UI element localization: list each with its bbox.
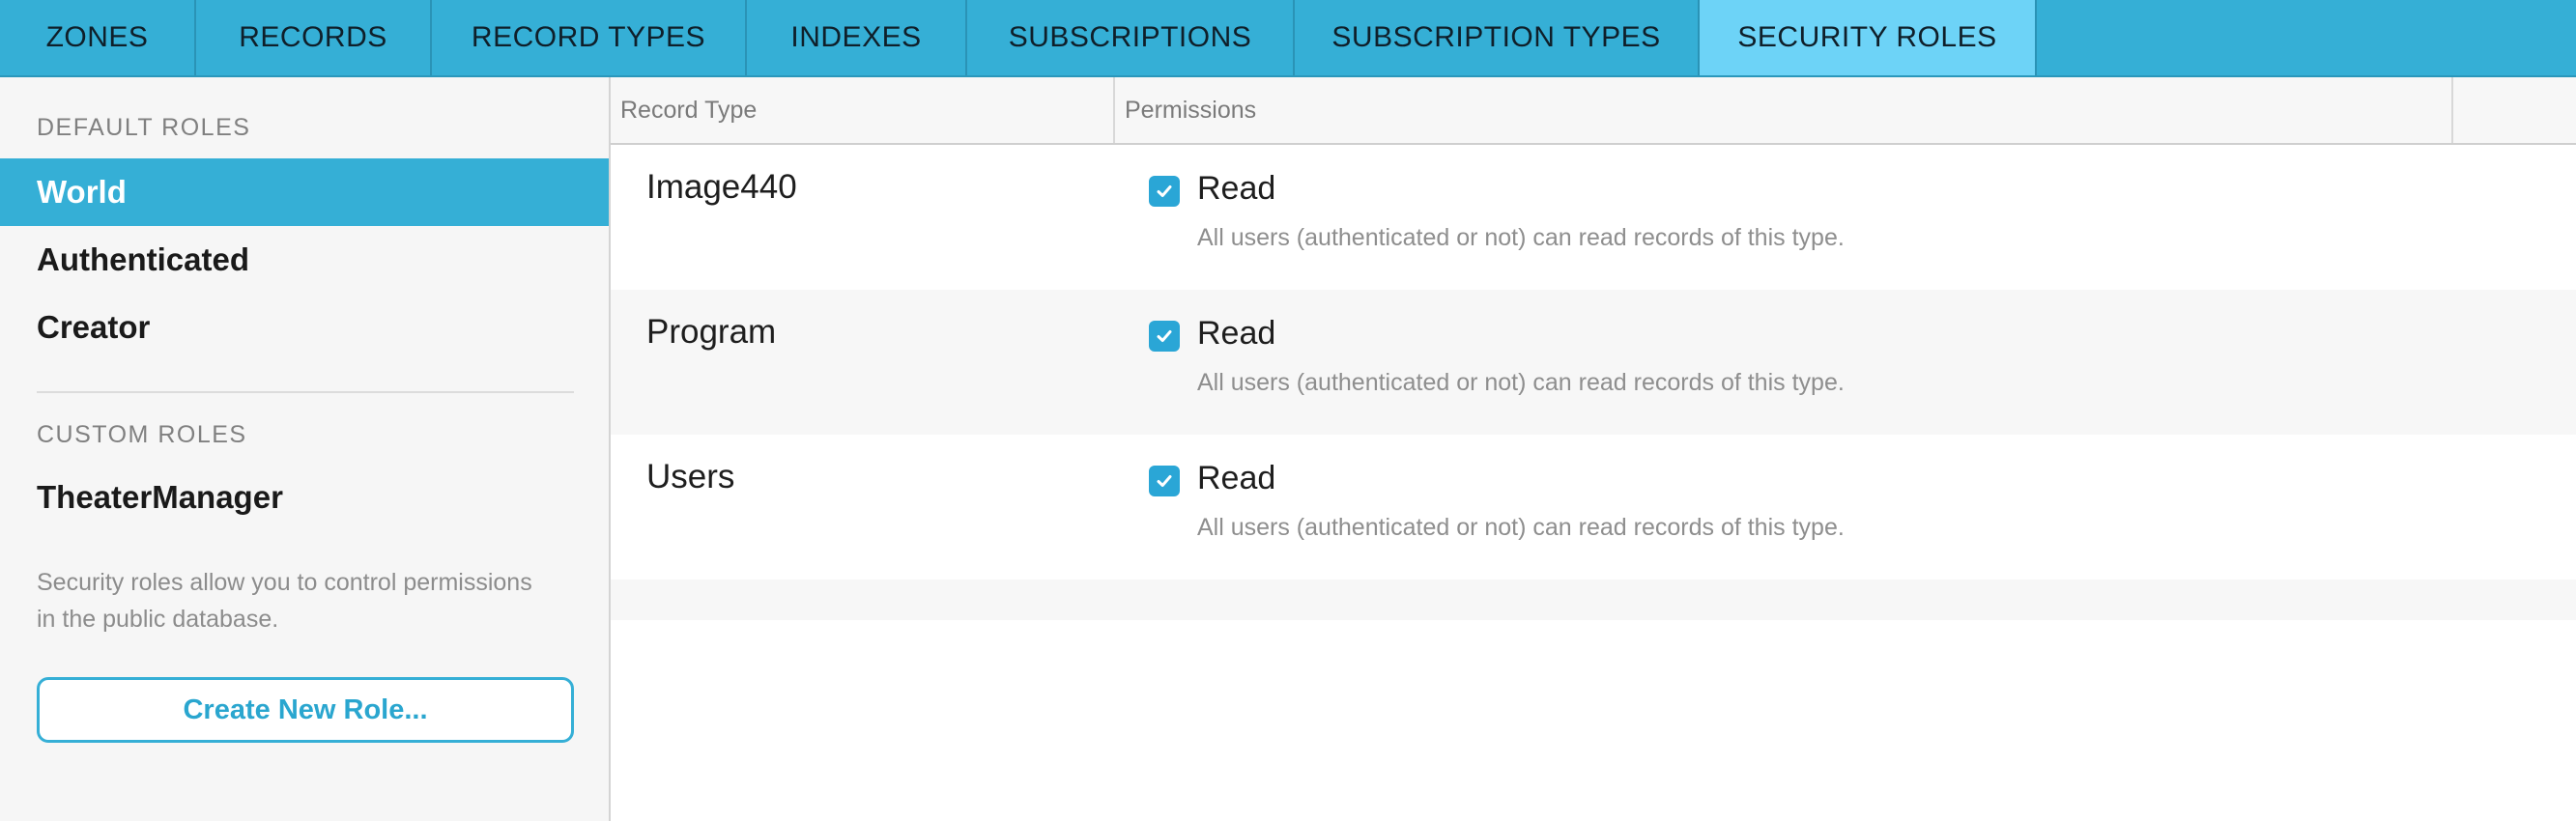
create-new-role-button[interactable]: Create New Role... <box>37 677 574 743</box>
column-header-record-type[interactable]: Record Type <box>611 77 1115 143</box>
permissions-table: Record Type Permissions Image440 Read Al… <box>611 77 2576 821</box>
read-permission-label[interactable]: Read <box>1197 315 1275 353</box>
permission-description: All users (authenticated or not) can rea… <box>1197 369 1845 396</box>
table-row: Image440 Read All users (authenticated o… <box>611 145 2576 290</box>
read-permission-checkbox[interactable] <box>1149 321 1180 352</box>
column-header-permissions[interactable]: Permissions <box>1115 77 2453 143</box>
security-roles-help-text: Security roles allow you to control perm… <box>37 569 532 633</box>
checkmark-icon <box>1157 185 1172 197</box>
table-row: Program Read All users (authenticated or… <box>611 290 2576 435</box>
record-type-name: Image440 <box>646 168 797 206</box>
read-permission-label[interactable]: Read <box>1197 170 1275 208</box>
checkmark-icon <box>1157 330 1172 342</box>
tab-subscriptions[interactable]: SUBSCRIPTIONS <box>967 0 1295 75</box>
roles-sidebar: DEFAULT ROLES World Authenticated Creato… <box>0 77 611 821</box>
sidebar-divider <box>37 391 574 393</box>
role-item-theatermanager[interactable]: TheaterManager <box>0 464 609 531</box>
tab-indexes[interactable]: INDEXES <box>747 0 967 75</box>
tab-security-roles[interactable]: SECURITY ROLES <box>1700 0 2037 75</box>
permission-description: All users (authenticated or not) can rea… <box>1197 514 1845 541</box>
role-item-authenticated[interactable]: Authenticated <box>0 226 609 294</box>
tab-record-types[interactable]: RECORD TYPES <box>432 0 747 75</box>
checkmark-icon <box>1157 475 1172 487</box>
top-tab-bar: ZONES RECORDS RECORD TYPES INDEXES SUBSC… <box>0 0 2576 77</box>
tab-zones[interactable]: ZONES <box>0 0 196 75</box>
role-item-creator[interactable]: Creator <box>0 294 609 361</box>
read-permission-checkbox[interactable] <box>1149 176 1180 207</box>
tab-records[interactable]: RECORDS <box>196 0 432 75</box>
record-type-name: Program <box>646 313 777 351</box>
record-type-name: Users <box>646 458 735 495</box>
read-permission-checkbox[interactable] <box>1149 466 1180 496</box>
table-header: Record Type Permissions <box>611 77 2576 145</box>
tab-subscription-types[interactable]: SUBSCRIPTION TYPES <box>1295 0 1700 75</box>
read-permission-label[interactable]: Read <box>1197 460 1275 497</box>
custom-roles-heading: CUSTOM ROLES <box>37 421 247 448</box>
empty-table-row <box>611 580 2576 620</box>
default-roles-heading: DEFAULT ROLES <box>37 114 251 141</box>
table-row: Users Read All users (authenticated or n… <box>611 435 2576 580</box>
permission-description: All users (authenticated or not) can rea… <box>1197 224 1845 251</box>
role-item-world[interactable]: World <box>0 158 609 226</box>
